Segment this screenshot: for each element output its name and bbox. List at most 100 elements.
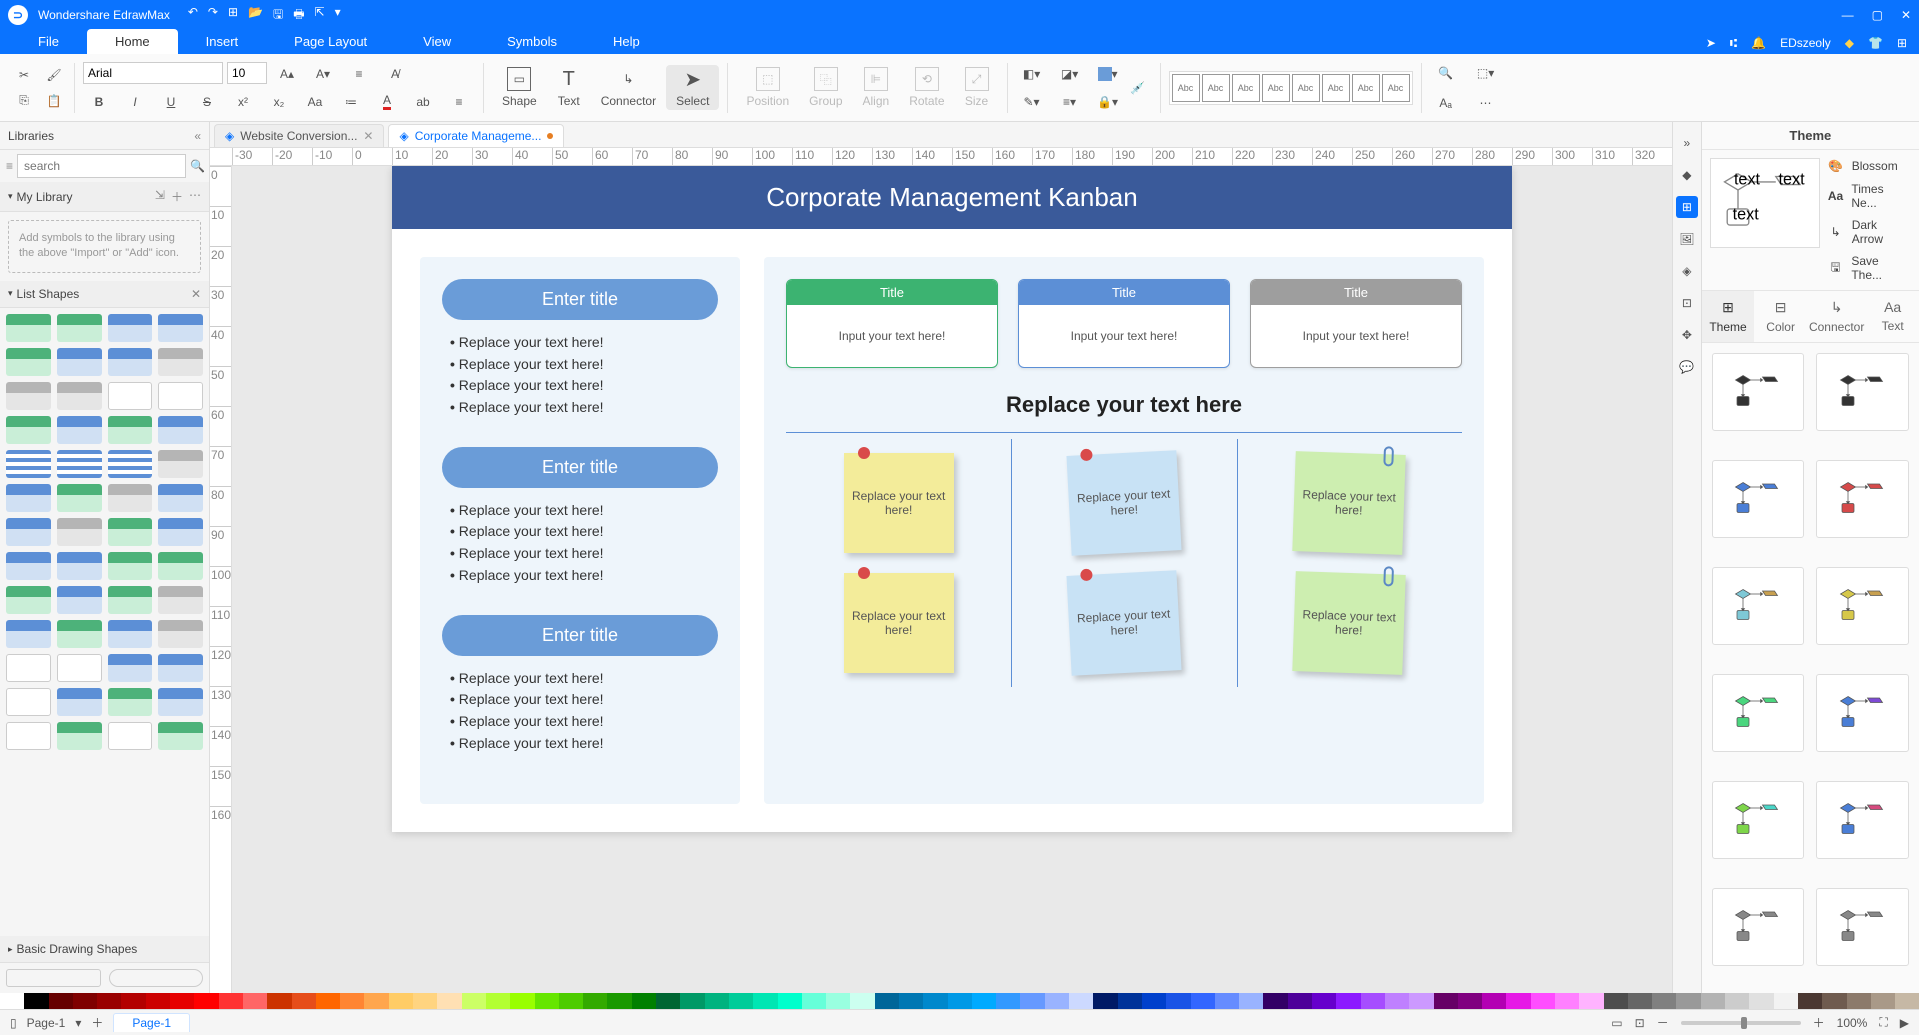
bullet-item[interactable]: Replace your text here!: [450, 521, 718, 543]
color-swatch[interactable]: [1385, 993, 1409, 1009]
style-swatch[interactable]: Abc: [1382, 74, 1410, 102]
print-icon[interactable]: 🖶: [293, 5, 304, 26]
bold-icon[interactable]: B: [83, 90, 115, 114]
shadow-icon[interactable]: ◪▾: [1054, 62, 1086, 86]
mylibrary-header[interactable]: My Library: [17, 190, 73, 204]
title-pill[interactable]: Enter title: [442, 279, 718, 320]
library-search-input[interactable]: [17, 154, 186, 178]
bullet-item[interactable]: Replace your text here!: [450, 332, 718, 354]
color-swatch[interactable]: [1847, 993, 1871, 1009]
color-swatch[interactable]: [1142, 993, 1166, 1009]
doc-right-column[interactable]: TitleInput your text here! TitleInput yo…: [764, 257, 1484, 804]
shape-thumb[interactable]: [6, 688, 51, 716]
group-tool[interactable]: ⿻Group: [799, 65, 852, 110]
size-tool[interactable]: ⤢Size: [955, 65, 999, 110]
color-swatch[interactable]: [97, 993, 121, 1009]
text-case-icon[interactable]: Aa: [299, 90, 331, 114]
color-swatch[interactable]: [1020, 993, 1044, 1009]
color-swatch[interactable]: [146, 993, 170, 1009]
color-swatch[interactable]: [73, 993, 97, 1009]
bullet-item[interactable]: Replace your text here!: [450, 397, 718, 419]
kanban-card[interactable]: TitleInput your text here!: [1018, 279, 1230, 368]
search-icon[interactable]: 🔍: [190, 159, 205, 173]
shape-thumb[interactable]: [108, 382, 153, 410]
shape-thumb[interactable]: [108, 722, 153, 750]
select-tool[interactable]: ➤Select: [666, 65, 719, 110]
color-swatch[interactable]: [1093, 993, 1117, 1009]
shape-thumb[interactable]: [108, 620, 153, 648]
expand-panel-icon[interactable]: »: [1676, 132, 1698, 154]
shape-thumb[interactable]: [158, 416, 203, 444]
find-icon[interactable]: 🔍: [1430, 61, 1462, 85]
italic-icon[interactable]: I: [119, 90, 151, 114]
shape-thumb[interactable]: [158, 586, 203, 614]
style-gallery[interactable]: Abc Abc Abc Abc Abc Abc Abc Abc: [1169, 71, 1413, 105]
color-swatch[interactable]: [1409, 993, 1433, 1009]
presentation-icon[interactable]: ▶: [1900, 1016, 1909, 1030]
shape-thumb[interactable]: [108, 552, 153, 580]
redo-icon[interactable]: ↷: [208, 5, 218, 26]
current-page[interactable]: Page-1: [27, 1016, 66, 1030]
subscript-icon[interactable]: x₂: [263, 90, 295, 114]
theme-thumb[interactable]: [1816, 781, 1909, 859]
color-swatch[interactable]: [437, 993, 461, 1009]
theme-thumb[interactable]: [1712, 781, 1805, 859]
text-align-icon[interactable]: ≡: [443, 90, 475, 114]
user-name[interactable]: EDszeoly: [1780, 36, 1831, 50]
color-swatch[interactable]: [1604, 993, 1628, 1009]
connector-tool[interactable]: ↳Connector: [591, 65, 666, 110]
superscript-icon[interactable]: x²: [227, 90, 259, 114]
theme-thumb[interactable]: [1712, 674, 1805, 752]
tab-file[interactable]: File: [10, 29, 87, 54]
theme-tab-color[interactable]: ⊟Color: [1754, 291, 1807, 342]
fullscreen-icon[interactable]: ▭: [1611, 1016, 1622, 1030]
style-swatch[interactable]: Abc: [1262, 74, 1290, 102]
add-icon[interactable]: ＋: [171, 188, 183, 205]
color-swatch[interactable]: [899, 993, 923, 1009]
bullet-item[interactable]: Replace your text here!: [450, 500, 718, 522]
font-size-combo[interactable]: [227, 62, 267, 84]
theme-thumb[interactable]: [1816, 567, 1909, 645]
color-swatch[interactable]: [1555, 993, 1579, 1009]
color-swatch[interactable]: [267, 993, 291, 1009]
color-swatch[interactable]: [753, 993, 777, 1009]
theme-option[interactable]: AaTimes Ne...: [1828, 182, 1911, 210]
canvas[interactable]: Corporate Management Kanban Enter title …: [232, 166, 1672, 993]
color-swatch[interactable]: [1239, 993, 1263, 1009]
bullet-item[interactable]: Replace your text here!: [450, 354, 718, 376]
color-swatch[interactable]: [1312, 993, 1336, 1009]
color-swatch[interactable]: [219, 993, 243, 1009]
collapse-panel-icon[interactable]: «: [194, 129, 201, 143]
color-swatch[interactable]: [49, 993, 73, 1009]
color-swatch[interactable]: [1822, 993, 1846, 1009]
list-shapes-header[interactable]: List Shapes: [17, 287, 80, 301]
color-swatch[interactable]: [1215, 993, 1239, 1009]
shape-thumb[interactable]: [57, 484, 102, 512]
color-swatch[interactable]: [802, 993, 826, 1009]
save-icon[interactable]: 🖫: [273, 5, 283, 26]
color-swatch[interactable]: [1166, 993, 1190, 1009]
style-swatch[interactable]: Abc: [1352, 74, 1380, 102]
color-swatch[interactable]: [850, 993, 874, 1009]
line-spacing-icon[interactable]: ≡: [343, 62, 375, 86]
increase-font-icon[interactable]: A▴: [271, 62, 303, 86]
theme-thumb[interactable]: [1712, 888, 1805, 966]
bullet-item[interactable]: Replace your text here!: [450, 543, 718, 565]
select-menu-icon[interactable]: ⬚▾: [1470, 61, 1502, 85]
tab-insert[interactable]: Insert: [178, 29, 267, 54]
title-pill[interactable]: Enter title: [442, 447, 718, 488]
clear-format-icon[interactable]: A̸: [379, 62, 411, 86]
bullet-list-icon[interactable]: ≔: [335, 90, 367, 114]
color-swatch[interactable]: [121, 993, 145, 1009]
shape-thumb[interactable]: [158, 722, 203, 750]
shape-thumb[interactable]: [158, 484, 203, 512]
section-header[interactable]: Replace your text here: [786, 392, 1462, 418]
color-swatch[interactable]: [389, 993, 413, 1009]
color-swatch[interactable]: [510, 993, 534, 1009]
color-swatch[interactable]: [316, 993, 340, 1009]
color-swatch[interactable]: [607, 993, 631, 1009]
color-swatch[interactable]: [194, 993, 218, 1009]
color-swatch[interactable]: [972, 993, 996, 1009]
color-swatch[interactable]: [24, 993, 48, 1009]
shape-thumb[interactable]: [158, 382, 203, 410]
